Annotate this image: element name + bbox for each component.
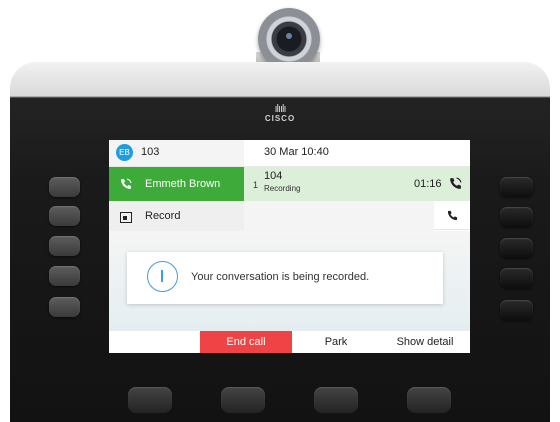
status-header: EB 103 30 Mar 10:40 — [109, 140, 470, 167]
info-icon-bar — [161, 270, 163, 282]
line-info[interactable]: EB 103 — [109, 140, 244, 166]
call-index: 1 — [253, 180, 259, 190]
left-line-key-1[interactable] — [49, 177, 80, 197]
call-number: 104 — [264, 170, 283, 182]
softkey-bar: End call Park Show detail — [109, 331, 470, 353]
right-session-key-3[interactable] — [500, 238, 533, 258]
right-session-key-1[interactable] — [500, 177, 533, 197]
record-label: Record — [145, 210, 181, 222]
notification-message: Your conversation is being recorded. — [191, 271, 370, 283]
line-number: 103 — [141, 146, 160, 158]
softkey-hardware-1[interactable] — [128, 387, 172, 413]
softkey-hardware-3[interactable] — [314, 387, 358, 413]
caller-name: Emmeth Brown — [145, 178, 221, 190]
left-line-key-3[interactable] — [49, 236, 80, 256]
softkey-hardware-4[interactable] — [407, 387, 451, 413]
record-line-button[interactable]: Record — [109, 201, 244, 231]
cisco-logo-bars: ılıılı — [274, 103, 286, 115]
recording-notification: Your conversation is being recorded. — [127, 252, 443, 304]
active-call-icon — [120, 177, 132, 195]
call-button[interactable] — [434, 201, 470, 230]
avatar: EB — [116, 144, 133, 161]
record-icon — [120, 210, 132, 228]
call-timer: 01:16 — [414, 178, 442, 190]
right-session-key-5[interactable] — [500, 300, 533, 320]
handset-icon — [447, 210, 458, 221]
date-time: 30 Mar 10:40 — [264, 146, 329, 158]
call-status: Recording — [264, 184, 301, 193]
left-line-key-2[interactable] — [49, 206, 80, 226]
cisco-logo-word: CISCO — [264, 114, 296, 123]
end-call-button[interactable]: End call — [200, 331, 292, 353]
info-icon — [147, 261, 178, 292]
active-call-session[interactable]: 1 104 Recording 01:16 — [244, 167, 470, 201]
left-line-key-4[interactable] — [49, 266, 80, 286]
active-call-line-button[interactable]: Emmeth Brown — [109, 167, 244, 201]
connected-call-icon — [449, 177, 462, 195]
camera-lens-glint — [286, 33, 292, 39]
softkey-hardware-2[interactable] — [221, 387, 265, 413]
show-detail-button[interactable]: Show detail — [380, 331, 470, 353]
record-row-area — [244, 201, 434, 231]
cisco-logo: ılıılı CISCO — [258, 103, 302, 124]
park-button[interactable]: Park — [290, 331, 382, 353]
left-line-key-5[interactable] — [49, 297, 80, 317]
camera-icon — [258, 8, 320, 70]
right-session-key-4[interactable] — [500, 268, 533, 288]
phone-screen: EB 103 30 Mar 10:40 Emmeth Brown 1 104 R… — [109, 140, 470, 353]
right-session-key-2[interactable] — [500, 207, 533, 227]
